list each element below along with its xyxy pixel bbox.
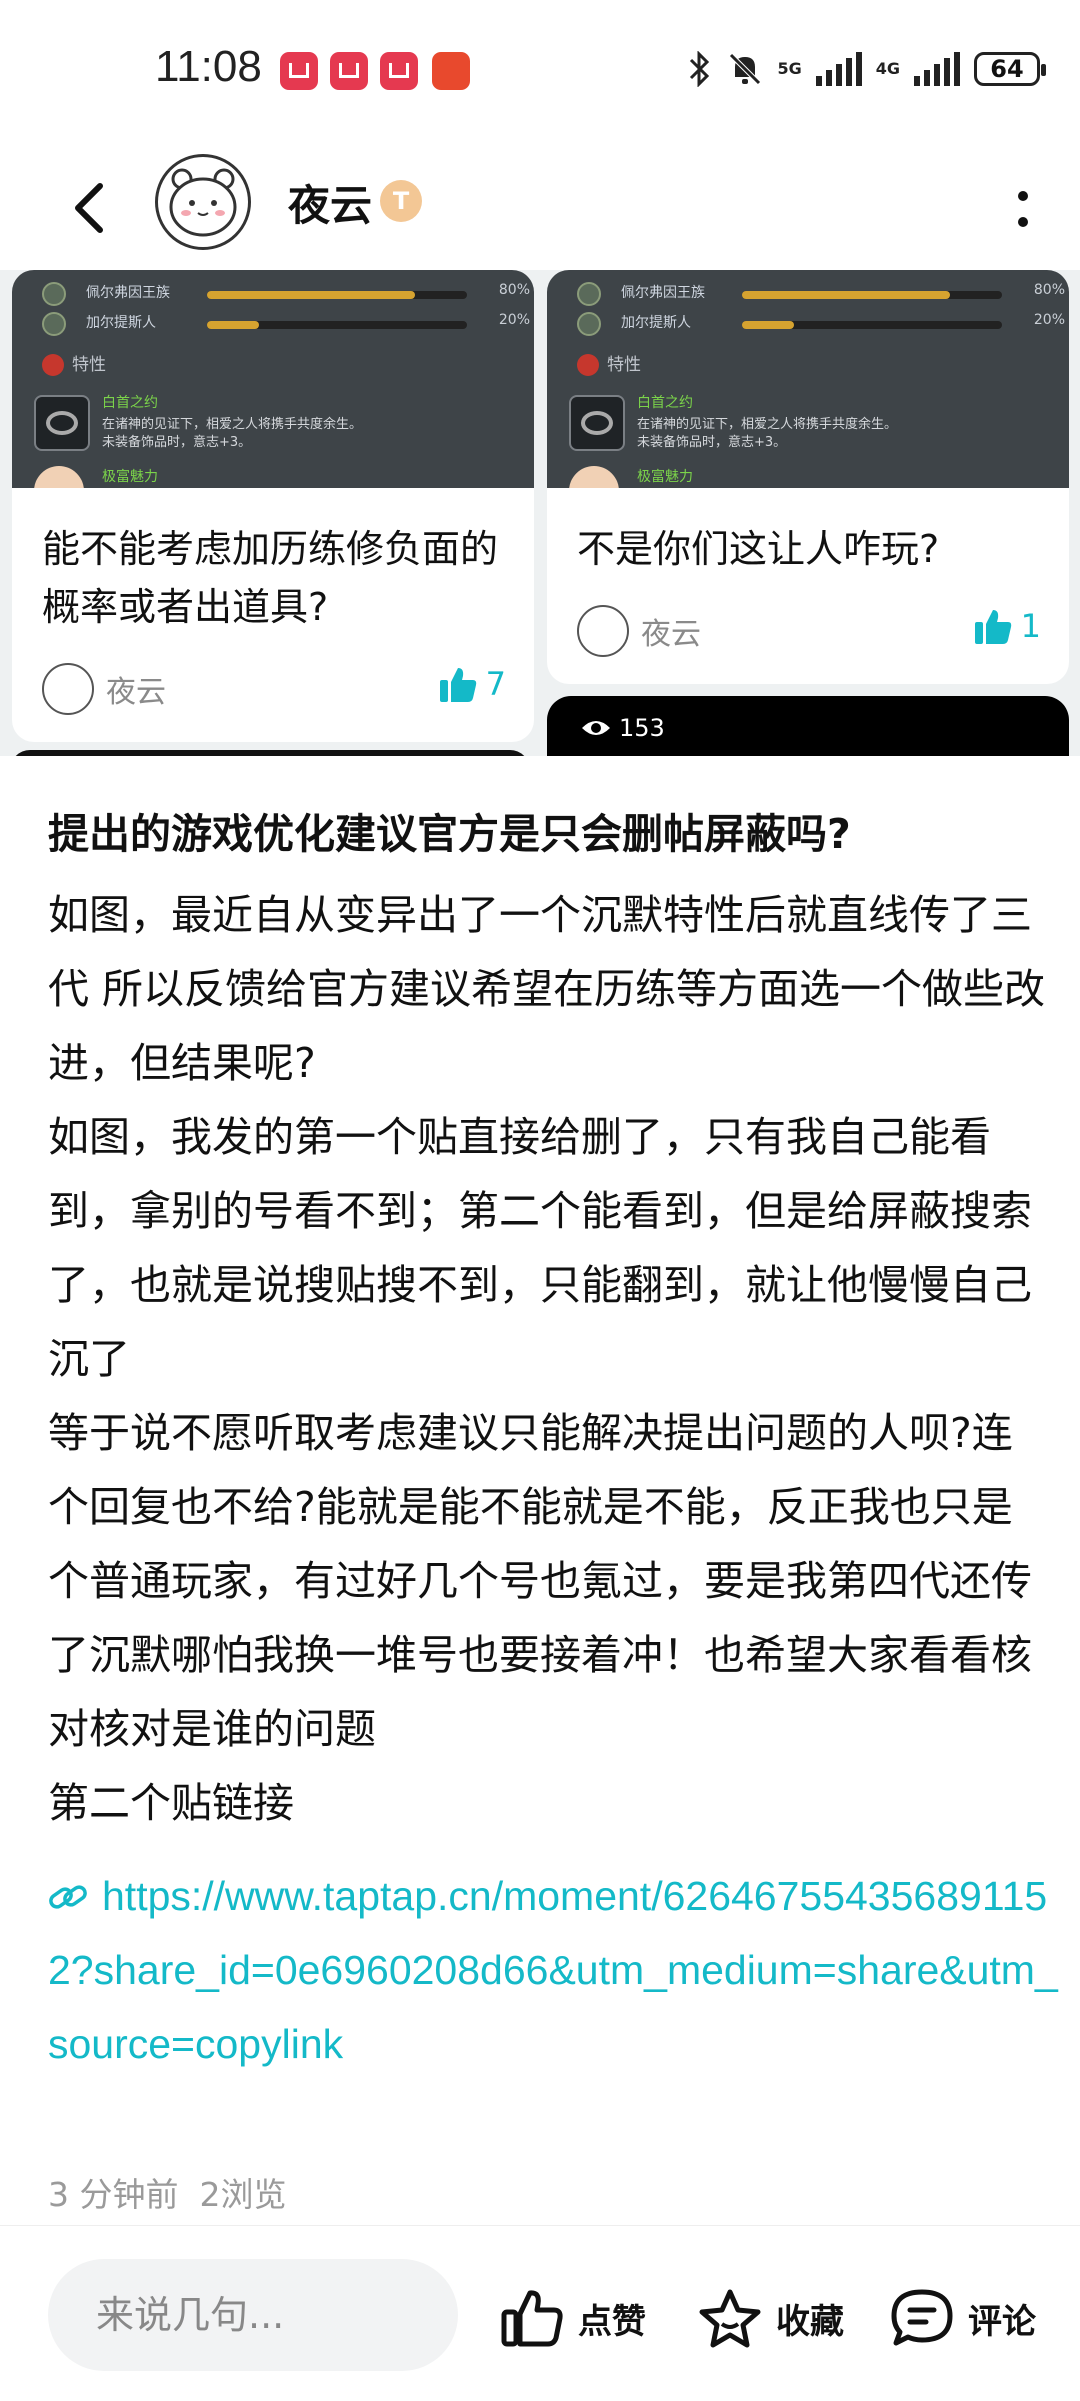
comment-input[interactable]: 来说几句...	[48, 2259, 458, 2371]
card-like[interactable]: 7	[438, 664, 506, 704]
signal-label-5g: 5G	[777, 59, 802, 78]
lineage-bar: 佩尔弗因王族 80%	[577, 282, 1069, 308]
post-paragraph: 如图，我发的第一个贴直接给删了，只有我自己能看到，拿别的号看不到；第二个能看到，…	[48, 1113, 1032, 1383]
ring-name: 白首之约	[102, 395, 158, 411]
mute-bell-icon	[729, 53, 762, 85]
author-avatar[interactable]	[155, 154, 251, 250]
post-paragraph: 等于说不愿听取考虑建议只能解决提出问题的人呗?连个回复也不给?能就是能不能就是不…	[48, 1409, 1032, 1753]
eye-icon	[582, 721, 610, 735]
thumbs-up-outline-icon	[501, 2290, 563, 2347]
trait-title: 特性	[42, 350, 106, 376]
post-time: 3 分钟前	[48, 2175, 179, 2214]
game-screenshot: 佩尔弗因王族 80% 加尔提斯人 20% 特性 白首之约 在诸神的见证下，相爱之…	[12, 270, 534, 488]
trait-icon	[34, 466, 84, 488]
system-icons: 5G 4G 64	[687, 44, 1046, 94]
post-paragraph: 第二个贴链接	[48, 1779, 294, 1827]
thumbs-up-icon	[974, 610, 1011, 644]
post-link[interactable]: https://www.taptap.cn/moment/62646755435…	[48, 1859, 1058, 2081]
comment-button[interactable]: 评论	[890, 2288, 1036, 2348]
comment-bubble-icon	[891, 2289, 953, 2346]
thumbs-up-icon	[439, 668, 476, 702]
trait-title: 特性	[577, 350, 641, 376]
author-name[interactable]: 夜云	[288, 172, 372, 233]
post-views: 2浏览	[199, 2175, 287, 2214]
ring-name: 白首之约	[637, 395, 693, 411]
favorite-button[interactable]: 收藏	[698, 2288, 844, 2348]
like-button[interactable]: 点赞	[500, 2288, 646, 2348]
status-time: 11:08	[155, 42, 262, 91]
link-icon	[49, 1885, 87, 1909]
signal-label-4g: 4G	[875, 59, 900, 78]
card-author: 夜云	[42, 662, 166, 716]
bluetooth-icon	[690, 51, 710, 87]
bear-avatar-icon	[169, 168, 237, 237]
book-app-icon	[380, 52, 418, 90]
related-post-card[interactable]: 佩尔弗因王族 80% 加尔提斯人 20% 特性 白首之约 在诸神的见证下，相爱之…	[547, 270, 1069, 684]
signal-bars-icon	[815, 52, 862, 86]
vertical-ellipsis-icon[interactable]	[1016, 186, 1030, 232]
next-card-edge	[10, 750, 530, 756]
post-paragraph: 如图，最近自从变异出了一个沉默特性后就直线传了三代 所以反馈给官方建议希望在历练…	[48, 891, 1046, 1087]
ring-icon	[34, 395, 90, 451]
author-avatar-small	[42, 663, 94, 715]
related-post-card[interactable]: 佩尔弗因王族 80% 加尔提斯人 20% 特性 白首之约 在诸神的见证下，相爱之…	[12, 270, 534, 742]
lineage-bar: 加尔提斯人 20%	[577, 312, 1069, 338]
game-screenshot: 佩尔弗因王族 80% 加尔提斯人 20% 特性 白首之约 在诸神的见证下，相爱之…	[547, 270, 1069, 488]
card-title: 能不能考虑加历练修负面的概率或者出道具?	[42, 527, 499, 629]
trait-name: 极富魅力	[637, 469, 693, 485]
ring-description: 在诸神的见证下，相爱之人将携手共度余生。 未装备饰品时，意志+3。	[102, 417, 363, 450]
ring-description: 在诸神的见证下，相爱之人将携手共度余生。 未装备饰品时，意志+3。	[637, 417, 898, 450]
book-app-icon	[330, 52, 368, 90]
bottom-action-bar: 来说几句... 点赞 收藏 评论	[0, 2225, 1080, 2401]
related-posts: 佩尔弗因王族 80% 加尔提斯人 20% 特性 白首之约 在诸神的见证下，相爱之…	[0, 270, 1080, 756]
chevron-left-icon[interactable]	[62, 178, 122, 238]
star-outline-icon	[699, 2289, 761, 2348]
lineage-bar: 佩尔弗因王族 80%	[42, 282, 534, 308]
trait-name: 极富魅力	[102, 469, 158, 485]
post-meta: 3 分钟前 2浏览	[48, 2168, 286, 2216]
video-view-count: 153	[619, 714, 665, 742]
level-badge: T	[380, 180, 422, 222]
card-title: 不是你们这让人咋玩?	[577, 527, 940, 571]
status-bar: 11:08 5G 4G 64	[0, 0, 1080, 150]
trait-icon	[569, 466, 619, 488]
signal-bars-icon	[914, 52, 960, 86]
game-app-icon	[432, 52, 470, 90]
ring-icon	[569, 395, 625, 451]
post-header: 夜云 T	[0, 150, 1080, 270]
card-like[interactable]: 1	[973, 606, 1041, 646]
lineage-bar: 加尔提斯人 20%	[42, 312, 534, 338]
link-url[interactable]: https://www.taptap.cn/moment/62646755435…	[48, 1873, 1058, 2067]
card-author: 夜云	[577, 604, 701, 658]
post-title: 提出的游戏优化建议官方是只会删帖屏蔽吗?	[48, 810, 851, 858]
author-avatar-small	[577, 605, 629, 657]
book-app-icon	[280, 52, 318, 90]
battery-icon: 64	[974, 52, 1046, 86]
video-card[interactable]: 153	[547, 696, 1069, 756]
